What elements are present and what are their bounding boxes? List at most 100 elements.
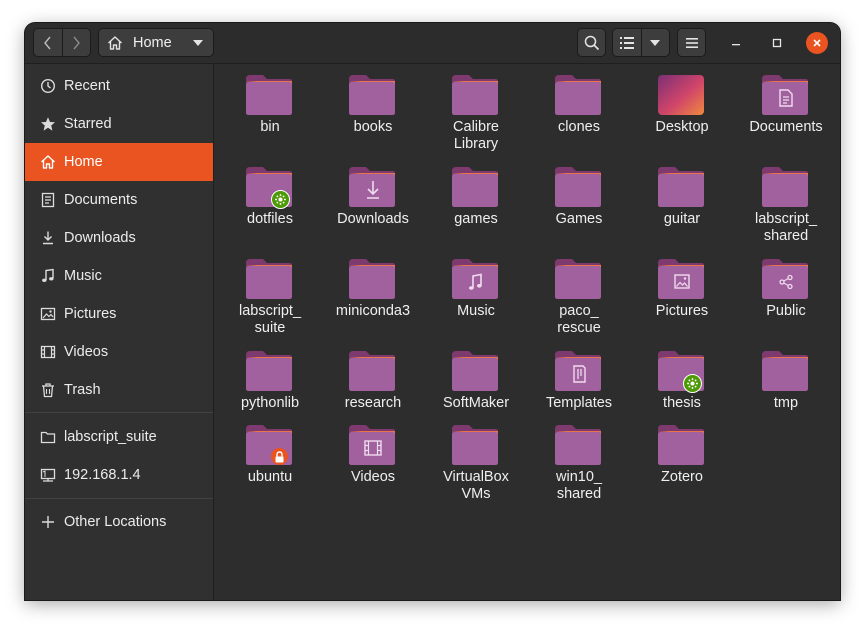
file-name-label: books (353, 119, 393, 135)
list-view-icon (619, 36, 634, 49)
sidebar-item-label: labscript_suite (64, 429, 157, 445)
file-item-videos[interactable]: Videos (323, 423, 423, 486)
folder-icon (349, 423, 397, 467)
file-name-label: tmp (773, 395, 799, 411)
file-item-downloads[interactable]: Downloads (323, 165, 423, 228)
file-item-labscript-shared[interactable]: labscript_ shared (736, 165, 836, 245)
sidebar-item-music[interactable]: Music (25, 257, 213, 295)
file-item-documents[interactable]: Documents (736, 73, 836, 136)
sidebar-item-pictures[interactable]: Pictures (25, 295, 213, 333)
file-item-templates[interactable]: Templates (529, 349, 629, 412)
file-item-research[interactable]: research (323, 349, 423, 412)
search-button[interactable] (577, 28, 606, 57)
file-item-paco-rescue[interactable]: paco_ rescue (529, 257, 629, 337)
folder-icon (452, 165, 500, 209)
sidebar-item-label: Trash (64, 382, 101, 398)
home-icon (39, 153, 57, 171)
document-icon (39, 191, 57, 209)
sidebar-item-starred[interactable]: Starred (25, 105, 213, 143)
sidebar-item-trash[interactable]: Trash (25, 371, 213, 409)
file-item-win10-shared[interactable]: win10_ shared (529, 423, 629, 503)
path-bar-label: Home (133, 34, 172, 51)
file-item-thesis[interactable]: thesis (632, 349, 732, 412)
sidebar-item-downloads[interactable]: Downloads (25, 219, 213, 257)
file-item-tmp[interactable]: tmp (736, 349, 836, 412)
home-icon (108, 35, 122, 50)
file-item-miniconda3[interactable]: miniconda3 (323, 257, 423, 320)
file-name-label-line2: suite (254, 320, 286, 336)
file-item-calibrelibrary[interactable]: Calibre Library (426, 73, 526, 153)
back-button[interactable] (34, 29, 62, 56)
forward-button[interactable] (61, 29, 91, 56)
close-button[interactable] (806, 32, 828, 54)
forward-icon (73, 36, 81, 49)
file-item-pythonlib[interactable]: pythonlib (220, 349, 320, 412)
sidebar-item-documents[interactable]: Documents (25, 181, 213, 219)
file-item-softmaker[interactable]: SoftMaker (426, 349, 526, 412)
view-options-dropdown[interactable] (640, 29, 670, 56)
file-name-label-line2: VMs (461, 486, 491, 502)
file-item-ubuntu[interactable]: ubuntu (220, 423, 320, 486)
sidebar-item-label: Pictures (64, 306, 117, 322)
folder-icon (658, 423, 706, 467)
sidebar-separator (25, 412, 213, 413)
music-note-icon (39, 267, 57, 285)
file-name-label: games (454, 211, 498, 227)
file-name-label: VirtualBox (443, 469, 509, 485)
sidebar-item-label: Home (64, 154, 103, 170)
file-item-music[interactable]: Music (426, 257, 526, 320)
main-menu-button[interactable] (677, 28, 706, 57)
file-item-games[interactable]: games (426, 165, 526, 228)
file-name-label: thesis (663, 395, 701, 411)
file-item-pictures[interactable]: Pictures (632, 257, 732, 320)
network-drive-icon (39, 466, 57, 484)
file-name-label: research (344, 395, 402, 411)
folder-icon (246, 165, 294, 209)
plus-icon (39, 513, 57, 531)
sidebar-item-label: Recent (64, 78, 110, 94)
sidebar-separator (25, 498, 213, 499)
file-item-desktop[interactable]: Desktop (632, 73, 732, 136)
film-icon (39, 343, 57, 361)
list-view-button[interactable] (613, 29, 641, 56)
file-name-label: Calibre (453, 119, 499, 135)
folder-icon (452, 73, 500, 117)
sidebar-item-label: Downloads (64, 230, 136, 246)
sidebar-item-network-share[interactable]: 192.168.1.4 (25, 456, 213, 494)
sidebar-item-labscript-suite[interactable]: labscript_suite (25, 418, 213, 456)
templates-symbol-icon (555, 349, 603, 398)
minimize-button[interactable] (725, 32, 747, 54)
sidebar-item-label: Starred (64, 116, 112, 132)
file-item-virtualboxvms[interactable]: VirtualBox VMs (426, 423, 526, 503)
folder-icon (349, 73, 397, 117)
public-symbol-icon (762, 257, 810, 306)
file-item-books[interactable]: books (323, 73, 423, 136)
clock-icon (39, 77, 57, 95)
documents-symbol-icon (762, 73, 810, 122)
file-name-label-line2: Library (453, 136, 499, 152)
sidebar-item-videos[interactable]: Videos (25, 333, 213, 371)
file-item-labscript-suite[interactable]: labscript_ suite (220, 257, 320, 337)
lock-emblem-icon (271, 448, 288, 465)
file-item-clones[interactable]: clones (529, 73, 629, 136)
folder-icon (658, 165, 706, 209)
folder-icon (658, 257, 706, 301)
folder-icon (349, 257, 397, 301)
file-item-guitar[interactable]: guitar (632, 165, 732, 228)
folder-icon (555, 257, 603, 301)
folder-icon (762, 257, 810, 301)
sidebar-item-recent[interactable]: Recent (25, 67, 213, 105)
folder-icon (349, 349, 397, 393)
sidebar-item-label: 192.168.1.4 (64, 467, 141, 483)
sidebar-item-other-locations[interactable]: Other Locations (25, 503, 213, 541)
file-item-bin[interactable]: bin (220, 73, 320, 136)
file-item-zotero[interactable]: Zotero (632, 423, 732, 486)
chevron-down-icon (650, 39, 661, 46)
file-name-label: labscript_ (754, 211, 818, 227)
sidebar-item-home[interactable]: Home (25, 143, 213, 181)
file-item-games[interactable]: Games (529, 165, 629, 228)
maximize-button[interactable] (766, 32, 788, 54)
file-item-dotfiles[interactable]: dotfiles (220, 165, 320, 228)
path-bar-home-button[interactable]: Home (98, 28, 214, 57)
file-item-public[interactable]: Public (736, 257, 836, 320)
